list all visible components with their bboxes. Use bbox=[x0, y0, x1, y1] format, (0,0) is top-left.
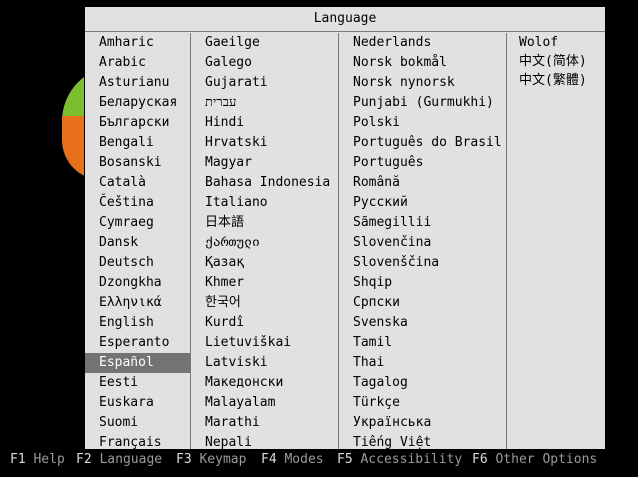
language-column-1: Amharic Arabic Asturianu Беларуская Българск… bbox=[85, 33, 191, 450]
fkey-key: F6 bbox=[472, 452, 488, 467]
language-option[interactable]: Bosanski bbox=[85, 153, 190, 173]
fkey-other-options[interactable]: F6 Other Options bbox=[472, 450, 597, 470]
language-option[interactable]: Български bbox=[85, 113, 190, 133]
language-option[interactable]: Arabic bbox=[85, 53, 190, 73]
language-option[interactable]: Svenska bbox=[339, 313, 506, 333]
language-option[interactable]: Беларуская bbox=[85, 93, 190, 113]
language-option[interactable]: Lietuviškai bbox=[191, 333, 338, 353]
language-column-4: Wolof 中文(简体) 中文(繁體) bbox=[507, 33, 605, 91]
language-option[interactable]: Türkçe bbox=[339, 393, 506, 413]
fkey-accessibility[interactable]: F5 Accessibility bbox=[337, 450, 462, 470]
language-option[interactable]: Eesti bbox=[85, 373, 190, 393]
language-option[interactable]: Slovenščina bbox=[339, 253, 506, 273]
language-option[interactable]: Cymraeg bbox=[85, 213, 190, 233]
language-column-2: Gaeilge Galego Gujarati עברית Hindi Hrvatski M… bbox=[191, 33, 339, 450]
dialog-title: Language bbox=[313, 11, 377, 26]
language-option[interactable]: Shqip bbox=[339, 273, 506, 293]
language-option[interactable]: Português do Brasil bbox=[339, 133, 506, 153]
language-option[interactable]: Amharic bbox=[85, 33, 190, 53]
language-option[interactable]: ქართული bbox=[191, 233, 338, 253]
language-option[interactable]: Bengali bbox=[85, 133, 190, 153]
language-option[interactable]: Português bbox=[339, 153, 506, 173]
language-option[interactable]: Català bbox=[85, 173, 190, 193]
fkey-key: F5 bbox=[337, 452, 353, 467]
language-option[interactable]: Magyar bbox=[191, 153, 338, 173]
language-option[interactable]: 中文(简体) bbox=[507, 52, 605, 71]
language-option[interactable]: Euskara bbox=[85, 393, 190, 413]
language-option[interactable]: Norsk bokmål bbox=[339, 53, 506, 73]
language-option[interactable]: Kurdî bbox=[191, 313, 338, 333]
language-option[interactable]: Malayalam bbox=[191, 393, 338, 413]
language-option[interactable]: Македонски bbox=[191, 373, 338, 393]
language-option[interactable]: Asturianu bbox=[85, 73, 190, 93]
language-option[interactable]: Suomi bbox=[85, 413, 190, 433]
fkey-help[interactable]: F1 Help bbox=[10, 450, 65, 470]
language-option[interactable]: Қазақ bbox=[191, 253, 338, 273]
language-column-3: Nederlands Norsk bokmål Norsk nynorsk Punja… bbox=[339, 33, 507, 450]
language-option[interactable]: עברית bbox=[191, 93, 338, 113]
fkey-label: Keymap bbox=[191, 452, 247, 467]
fkey-label: Language bbox=[91, 452, 163, 467]
language-option[interactable]: Bahasa Indonesia bbox=[191, 173, 338, 193]
language-option[interactable]: Norsk nynorsk bbox=[339, 73, 506, 93]
fkey-key: F3 bbox=[176, 452, 192, 467]
language-option[interactable]: Punjabi (Gurmukhi) bbox=[339, 93, 506, 113]
language-option[interactable]: Latviski bbox=[191, 353, 338, 373]
language-option[interactable]: Deutsch bbox=[85, 253, 190, 273]
language-option[interactable]: Hrvatski bbox=[191, 133, 338, 153]
language-option[interactable]: 中文(繁體) bbox=[507, 71, 605, 90]
fkey-key: F2 bbox=[76, 452, 92, 467]
function-key-bar: F1 Help F2 Language F3 Keymap F4 Modes F5 Ac… bbox=[0, 450, 638, 470]
language-option[interactable]: Română bbox=[339, 173, 506, 193]
language-option[interactable]: Српски bbox=[339, 293, 506, 313]
language-option[interactable]: 한국어 bbox=[191, 293, 338, 313]
language-option[interactable]: 日本語 bbox=[191, 213, 338, 233]
language-option[interactable]: Ελληνικά bbox=[85, 293, 190, 313]
language-dialog: Language Amharic Arabic Asturianu Беларуска… bbox=[84, 6, 606, 450]
language-option[interactable]: Dzongkha bbox=[85, 273, 190, 293]
language-option[interactable]: Esperanto bbox=[85, 333, 190, 353]
language-option[interactable]: Nederlands bbox=[339, 33, 506, 53]
language-option[interactable]: Čeština bbox=[85, 193, 190, 213]
language-option-selected[interactable]: Español bbox=[85, 353, 190, 373]
fkey-label: Help bbox=[25, 452, 65, 467]
language-option[interactable]: Dansk bbox=[85, 233, 190, 253]
language-option[interactable]: Русский bbox=[339, 193, 506, 213]
fkey-keymap[interactable]: F3 Keymap bbox=[176, 450, 246, 470]
language-option[interactable]: Gujarati bbox=[191, 73, 338, 93]
language-option[interactable]: Sãmegillii bbox=[339, 213, 506, 233]
fkey-label: Accessibility bbox=[352, 452, 463, 467]
language-option[interactable]: Wolof bbox=[507, 33, 605, 52]
language-option[interactable]: Italiano bbox=[191, 193, 338, 213]
fkey-key: F1 bbox=[10, 452, 26, 467]
language-option[interactable]: Marathi bbox=[191, 413, 338, 433]
language-option[interactable]: Tagalog bbox=[339, 373, 506, 393]
language-option[interactable]: English bbox=[85, 313, 190, 333]
fkey-label: Modes bbox=[276, 452, 324, 467]
language-option[interactable]: Polski bbox=[339, 113, 506, 133]
language-option[interactable]: Khmer bbox=[191, 273, 338, 293]
fkey-modes[interactable]: F4 Modes bbox=[261, 450, 324, 470]
title-divider bbox=[85, 31, 605, 32]
fkey-language[interactable]: F2 Language bbox=[76, 450, 162, 470]
language-option[interactable]: Українська bbox=[339, 413, 506, 433]
language-option[interactable]: Thai bbox=[339, 353, 506, 373]
language-option[interactable]: Slovenčina bbox=[339, 233, 506, 253]
language-option[interactable]: Galego bbox=[191, 53, 338, 73]
fkey-key: F4 bbox=[261, 452, 277, 467]
fkey-label: Other Options bbox=[487, 452, 598, 467]
language-option[interactable]: Tamil bbox=[339, 333, 506, 353]
language-option[interactable]: Hindi bbox=[191, 113, 338, 133]
language-option[interactable]: Gaeilge bbox=[191, 33, 338, 53]
